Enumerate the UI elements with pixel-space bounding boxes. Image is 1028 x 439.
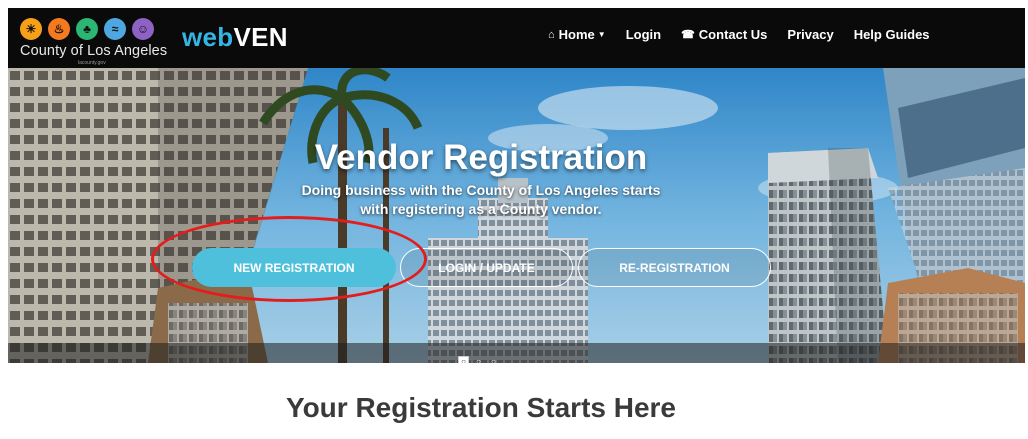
carousel-indicators: ○ ○ ○ xyxy=(458,356,499,363)
nav-contact-label: Contact Us xyxy=(698,27,768,42)
carousel-dot-2[interactable]: ○ xyxy=(473,356,484,363)
hero-subtitle: Doing business with the County of Los An… xyxy=(8,181,954,219)
home-icon: ⌂ xyxy=(548,28,555,41)
webven-logo[interactable]: webVEN xyxy=(182,22,288,53)
nav-home-label: Home xyxy=(558,27,595,42)
page-frame: ☀ ♨ ♣ ≈ ☺ County of Los Angeles lacounty… xyxy=(8,8,1025,439)
county-name: County of Los Angeles xyxy=(20,43,168,59)
county-url: lacounty.gov xyxy=(78,60,106,66)
hero-subtitle-line1: Doing business with the County of Los An… xyxy=(301,182,661,198)
nav-privacy[interactable]: Privacy xyxy=(787,27,833,42)
nav-help-label: Help Guides xyxy=(853,27,930,42)
top-navbar: ☀ ♨ ♣ ≈ ☺ County of Los Angeles lacounty… xyxy=(8,8,1025,68)
product-name-part1: web xyxy=(182,22,234,52)
tree-seal-icon: ♣ xyxy=(76,18,98,40)
nav-help-guides[interactable]: Help Guides xyxy=(854,27,930,42)
nav-login[interactable]: Login xyxy=(626,27,661,42)
nav-home[interactable]: ⌂ Home ▼ xyxy=(548,27,606,42)
carousel-dot-3[interactable]: ○ xyxy=(488,356,499,363)
nav-contact-us[interactable]: ☎ Contact Us xyxy=(681,27,767,42)
product-name-part2: VEN xyxy=(233,22,288,52)
carousel-dot-1[interactable]: ○ xyxy=(458,356,469,363)
re-registration-button[interactable]: RE-REGISTRATION xyxy=(578,248,771,287)
wave-seal-icon: ≈ xyxy=(104,18,126,40)
nav-login-label: Login xyxy=(625,27,662,42)
hero-carousel: Vendor Registration Doing business with … xyxy=(8,68,1025,363)
hero-title: Vendor Registration xyxy=(314,138,648,177)
nav-privacy-label: Privacy xyxy=(787,27,834,42)
flame-seal-icon: ♨ xyxy=(48,18,70,40)
county-logo[interactable]: ☀ ♨ ♣ ≈ ☺ County of Los Angeles lacounty… xyxy=(20,14,180,66)
hero-subtitle-line2: with registering as a County vendor. xyxy=(360,201,602,217)
main-nav: ⌂ Home ▼ Login ☎ Contact Us Privacy Help… xyxy=(548,27,950,42)
caret-down-icon: ▼ xyxy=(597,30,606,39)
person-seal-icon: ☺ xyxy=(132,18,154,40)
sun-seal-icon: ☀ xyxy=(20,18,42,40)
red-highlight-circle xyxy=(151,216,427,302)
section-heading: Your Registration Starts Here xyxy=(285,392,677,423)
phone-icon: ☎ xyxy=(681,29,695,41)
